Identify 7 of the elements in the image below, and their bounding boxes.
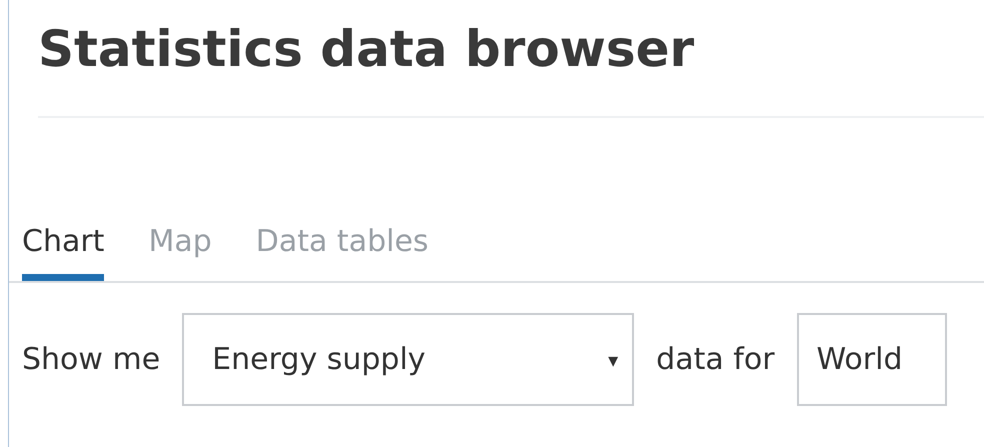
filter-label: Show me xyxy=(22,342,160,377)
region-select[interactable]: World xyxy=(796,313,947,406)
page-title: Statistics data browser xyxy=(38,19,696,80)
caret-icon: ▾ xyxy=(608,348,618,372)
filter-label: data for xyxy=(656,342,775,377)
tab[interactable]: Chart xyxy=(22,220,104,281)
indicator-select[interactable]: Energy supply ▾ xyxy=(182,313,634,406)
